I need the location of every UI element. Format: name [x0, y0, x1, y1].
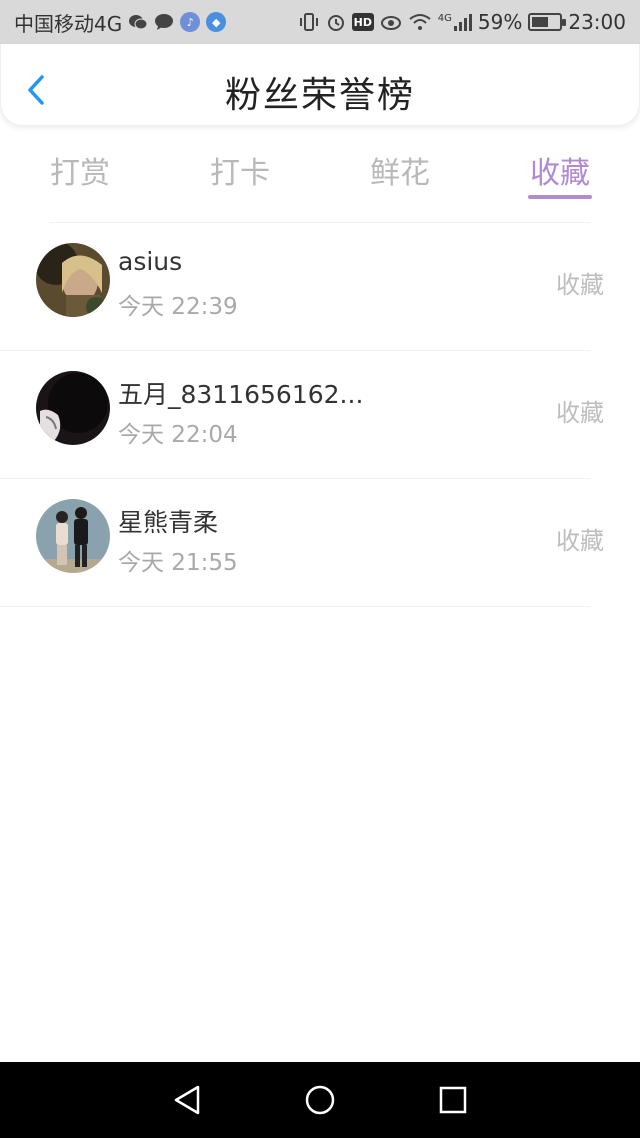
tab-label: 鲜花	[370, 156, 430, 191]
alarm-icon	[326, 12, 346, 32]
vibrate-icon	[298, 13, 320, 31]
clock: 23:00	[568, 10, 626, 34]
wifi-icon	[408, 13, 432, 31]
avatar[interactable]	[36, 243, 110, 317]
user-name: 星熊青柔	[118, 508, 219, 537]
header: 粉丝荣誉榜	[0, 44, 640, 126]
recents-square-icon	[440, 1086, 467, 1114]
navigation-bar	[0, 1062, 640, 1138]
browser-icon: ◆	[206, 12, 227, 32]
music-icon: ♪	[180, 12, 201, 32]
timestamp: 今天 21:55	[118, 550, 238, 576]
list-item[interactable]: asius 今天 22:39 收藏	[0, 223, 604, 351]
action-label: 收藏	[556, 271, 604, 299]
tab-label: 收藏	[530, 156, 590, 191]
avatar[interactable]	[36, 499, 110, 573]
message-icon	[154, 13, 174, 31]
carrier-label: 中国移动4G	[14, 11, 123, 36]
tab-label: 打卡	[210, 156, 270, 191]
status-bar: 中国移动4G ♪ ◆ HD 4G 59% 23:00	[0, 0, 640, 44]
tab-flowers[interactable]: 鲜花	[320, 140, 480, 206]
timestamp: 今天 22:04	[118, 422, 238, 448]
tab-checkin[interactable]: 打卡	[160, 140, 320, 206]
fan-list: asius 今天 22:39 收藏 五月_8311656162... 今天 22…	[0, 222, 640, 607]
nav-home-button[interactable]	[300, 1080, 340, 1120]
status-bar-right: HD 4G 59% 23:00	[298, 10, 626, 34]
network-badge: 4G	[437, 13, 452, 24]
tab-reward[interactable]: 打赏	[0, 140, 160, 206]
tab-label: 打赏	[50, 156, 110, 191]
eye-icon	[380, 14, 402, 30]
battery-icon	[528, 13, 567, 31]
tab-bar: 打赏 打卡 鲜花 收藏	[0, 140, 640, 206]
nav-back-button[interactable]	[167, 1080, 207, 1120]
signal-icon: 4G	[438, 13, 472, 31]
action-label: 收藏	[556, 527, 604, 555]
tab-favorites[interactable]: 收藏	[480, 140, 640, 206]
list-item[interactable]: 五月_8311656162... 今天 22:04 收藏	[0, 351, 604, 479]
status-bar-left: 中国移动4G ♪ ◆	[14, 8, 227, 37]
nav-recents-button[interactable]	[433, 1080, 473, 1120]
list-item[interactable]: 星熊青柔 今天 21:55 收藏	[0, 479, 604, 607]
wechat-icon	[128, 13, 148, 31]
avatar[interactable]	[36, 371, 110, 445]
active-tab-indicator	[528, 195, 592, 199]
battery-percent: 59%	[477, 10, 523, 34]
back-triangle-icon	[174, 1085, 199, 1115]
page-title: 粉丝荣誉榜	[224, 75, 415, 116]
timestamp: 今天 22:39	[118, 294, 238, 320]
hd-icon: HD	[351, 13, 374, 31]
user-name: asius	[118, 247, 183, 276]
action-label: 收藏	[556, 399, 604, 427]
home-circle-icon	[305, 1085, 335, 1115]
user-name: 五月_8311656162...	[118, 380, 364, 409]
